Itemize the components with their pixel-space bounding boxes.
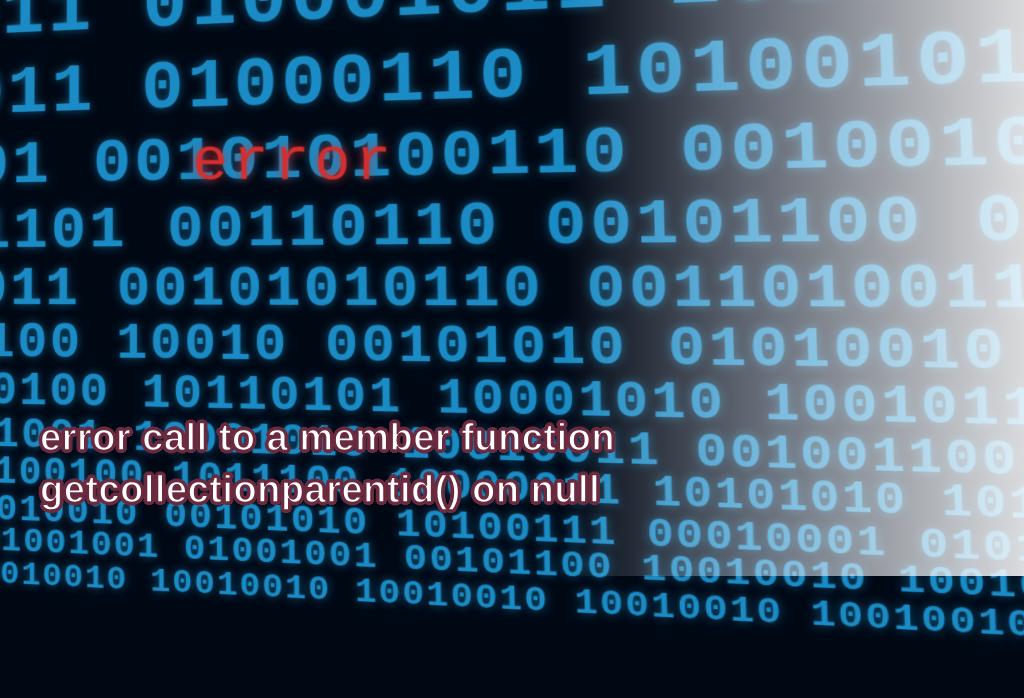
binary-background: 01011 010001011 1010001 10100101001011 0… xyxy=(0,0,1024,644)
title-line-1: error call to a member function xyxy=(40,413,615,464)
title-caption: error call to a member function getcolle… xyxy=(40,413,615,516)
error-word: error xyxy=(192,130,396,198)
title-line-2: getcollectionparentid() on null xyxy=(40,465,615,516)
